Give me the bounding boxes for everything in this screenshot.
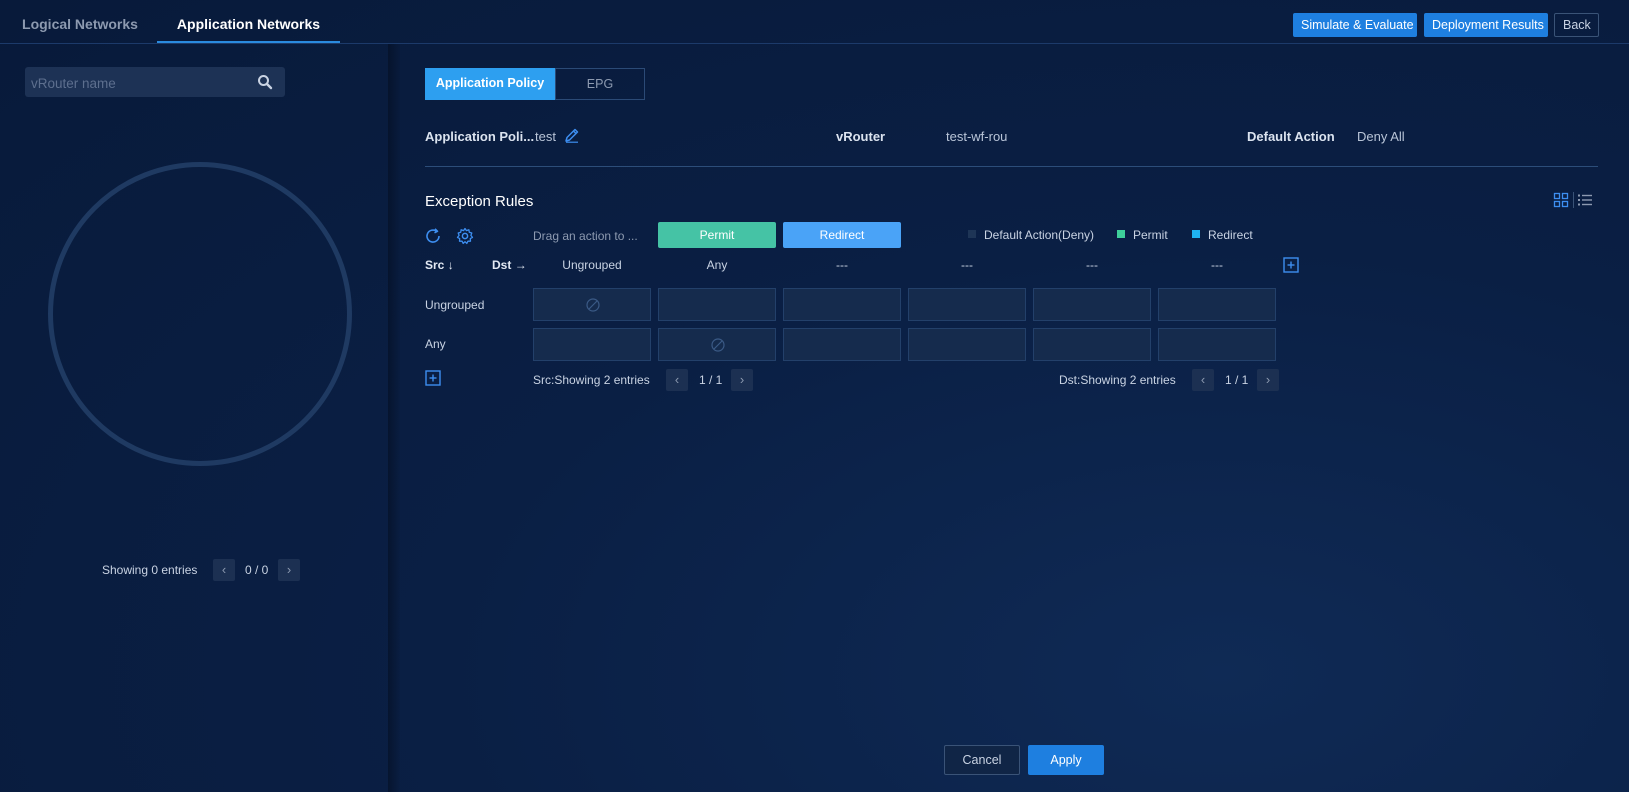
dst-pager-text: Dst:Showing 2 entries — [1059, 373, 1176, 387]
src-label: Src — [425, 258, 445, 272]
policy-name-label: Application Poli... — [425, 129, 535, 144]
legend-swatch-redirect — [1192, 230, 1200, 238]
back-button[interactable]: Back — [1554, 13, 1599, 37]
column-header: Any — [706, 258, 728, 272]
legend-redirect: Redirect — [1192, 228, 1253, 242]
matrix-cell[interactable] — [1158, 288, 1276, 321]
column-header: Ungrouped — [562, 258, 622, 272]
src-page-indicator: 1 / 1 — [699, 373, 723, 387]
view-toggle-separator — [1573, 192, 1574, 208]
row-header: Any — [425, 337, 446, 351]
vrouter-search — [25, 67, 285, 99]
permit-action-button[interactable]: Permit — [658, 222, 776, 248]
tab-logical-networks[interactable]: Logical Networks — [20, 0, 140, 43]
subtab-application-policy[interactable]: Application Policy — [425, 68, 555, 100]
refresh-icon[interactable] — [424, 227, 442, 245]
list-view-icon[interactable] — [1577, 192, 1593, 208]
vrouter-label: vRouter — [836, 129, 886, 144]
empty-state-circle — [48, 162, 352, 466]
legend-swatch-deny — [968, 230, 976, 238]
matrix-cell[interactable] — [908, 328, 1026, 361]
vrouter-search-input[interactable] — [29, 67, 253, 99]
legend-default-deny: Default Action(Deny) — [968, 228, 1094, 242]
add-column-icon[interactable] — [1283, 257, 1299, 273]
sidebar-prev-page-button[interactable]: ‹ — [213, 559, 235, 581]
dst-prev-page-button[interactable]: ‹ — [1192, 369, 1214, 391]
add-row-icon[interactable] — [425, 370, 441, 386]
grid-view-icon[interactable] — [1553, 192, 1569, 208]
apply-button[interactable]: Apply — [1028, 745, 1104, 775]
column-header: --- — [961, 258, 973, 272]
section-divider — [425, 166, 1598, 167]
vrouter-value: test-wf-rou — [946, 129, 1008, 144]
deny-icon — [711, 338, 725, 352]
top-tab-bar: Logical Networks Application Networks Si… — [0, 0, 1629, 44]
exception-rules-title: Exception Rules — [425, 193, 534, 210]
default-action-label: Default Action — [1247, 129, 1335, 144]
matrix-cell[interactable] — [533, 328, 651, 361]
tab-application-networks[interactable]: Application Networks — [157, 0, 340, 43]
search-icon[interactable] — [257, 74, 273, 90]
dst-sort-header[interactable]: Dst → — [492, 258, 527, 272]
legend-label-redirect: Redirect — [1208, 228, 1253, 242]
column-header: --- — [836, 258, 848, 272]
arrow-right-icon: → — [514, 258, 527, 272]
deny-icon — [586, 298, 600, 312]
dst-next-page-button[interactable]: › — [1257, 369, 1279, 391]
edit-icon[interactable] — [564, 127, 580, 143]
src-pager-text: Src:Showing 2 entries — [533, 373, 650, 387]
matrix-cell[interactable] — [908, 288, 1026, 321]
redirect-action-button[interactable]: Redirect — [783, 222, 901, 248]
column-header: --- — [1086, 258, 1098, 272]
view-toggle — [1553, 191, 1593, 209]
matrix-cell[interactable] — [658, 328, 776, 361]
drag-hint-text: Drag an action to ... — [533, 229, 638, 243]
legend-permit: Permit — [1117, 228, 1168, 242]
sidebar-next-page-button[interactable]: › — [278, 559, 300, 581]
subtab-epg[interactable]: EPG — [555, 68, 645, 100]
default-action-value: Deny All — [1357, 129, 1405, 144]
row-header: Ungrouped — [425, 298, 485, 312]
matrix-cell[interactable] — [783, 288, 901, 321]
matrix-cell[interactable] — [1158, 328, 1276, 361]
sidebar-page-indicator: 0 / 0 — [245, 563, 269, 577]
panel-divider — [388, 44, 400, 792]
legend-swatch-permit — [1117, 230, 1125, 238]
matrix-cell[interactable] — [658, 288, 776, 321]
matrix-cell[interactable] — [1033, 328, 1151, 361]
arrow-down-icon: ↓ — [447, 258, 454, 272]
matrix-cell[interactable] — [1033, 288, 1151, 321]
gear-icon[interactable] — [456, 227, 474, 245]
legend-label-permit: Permit — [1133, 228, 1168, 242]
legend-label-deny: Default Action(Deny) — [984, 228, 1095, 242]
matrix-cell[interactable] — [783, 328, 901, 361]
cancel-button[interactable]: Cancel — [944, 745, 1020, 775]
src-sort-header[interactable]: Src ↓ — [425, 258, 454, 272]
dst-label: Dst — [492, 258, 512, 272]
src-prev-page-button[interactable]: ‹ — [666, 369, 688, 391]
simulate-evaluate-button[interactable]: Simulate & Evaluate — [1293, 13, 1417, 37]
policy-name-value: test — [535, 129, 556, 144]
dst-page-indicator: 1 / 1 — [1225, 373, 1249, 387]
column-header: --- — [1211, 258, 1223, 272]
matrix-cell[interactable] — [533, 288, 651, 321]
sidebar-pager-text: Showing 0 entries — [102, 563, 198, 577]
src-next-page-button[interactable]: › — [731, 369, 753, 391]
deployment-results-button[interactable]: Deployment Results — [1424, 13, 1548, 37]
